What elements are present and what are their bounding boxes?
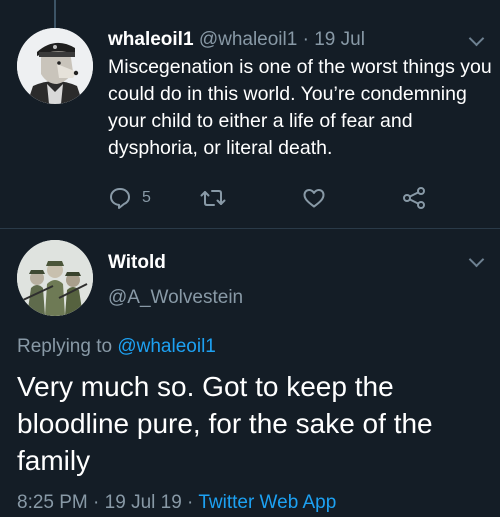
tweet-whaleoil1[interactable]: whaleoil1 @whaleoil1 · 19 Jul Miscegenat… <box>0 0 500 230</box>
tweet-actions: 5 <box>0 184 500 212</box>
tweet-text: Very much so. Got to keep the bloodline … <box>17 371 433 476</box>
like-icon <box>303 189 325 208</box>
group-soldiers-avatar-icon <box>17 240 93 316</box>
retweet-button[interactable] <box>200 184 226 212</box>
tweet-time[interactable]: 8:25 PM <box>17 492 88 513</box>
display-name[interactable]: whaleoil1 <box>108 29 194 50</box>
tweet-source[interactable]: Twitter Web App <box>198 492 336 513</box>
share-button[interactable] <box>402 184 426 212</box>
separator: · <box>297 29 315 50</box>
separator: · <box>181 492 199 513</box>
reply-icon <box>110 188 130 209</box>
wolf-soldier-avatar-icon <box>17 28 93 104</box>
reply-button[interactable]: 5 <box>108 184 151 212</box>
tweet-date[interactable]: 19 Jul 19 <box>105 492 182 513</box>
handle[interactable]: @A_Wolvestein <box>108 286 243 310</box>
like-button[interactable] <box>302 184 326 212</box>
tweet-divider <box>0 228 500 229</box>
separator: · <box>87 492 105 513</box>
replying-to: Replying to @whaleoil1 <box>17 335 216 359</box>
tweet-header: whaleoil1 @whaleoil1 · 19 Jul <box>108 28 365 52</box>
chevron-down-icon[interactable] <box>468 251 485 268</box>
display-name[interactable]: Witold <box>108 251 166 275</box>
retweet-icon <box>200 190 226 206</box>
replying-prefix: Replying to <box>17 336 118 357</box>
tweet-date[interactable]: 19 Jul <box>314 29 365 50</box>
avatar-whaleoil1[interactable] <box>17 28 93 104</box>
chevron-down-icon[interactable] <box>468 30 485 47</box>
reply-count: 5 <box>142 189 151 206</box>
handle[interactable]: @whaleoil1 <box>199 29 298 50</box>
avatar-witold[interactable] <box>17 240 93 316</box>
replying-to-link[interactable]: @whaleoil1 <box>117 336 216 357</box>
tweet-text: Miscegenation is one of the worst things… <box>108 56 492 159</box>
share-icon <box>403 187 425 209</box>
tweet-meta: 8:25 PM · 19 Jul 19 · Twitter Web App <box>17 490 336 516</box>
